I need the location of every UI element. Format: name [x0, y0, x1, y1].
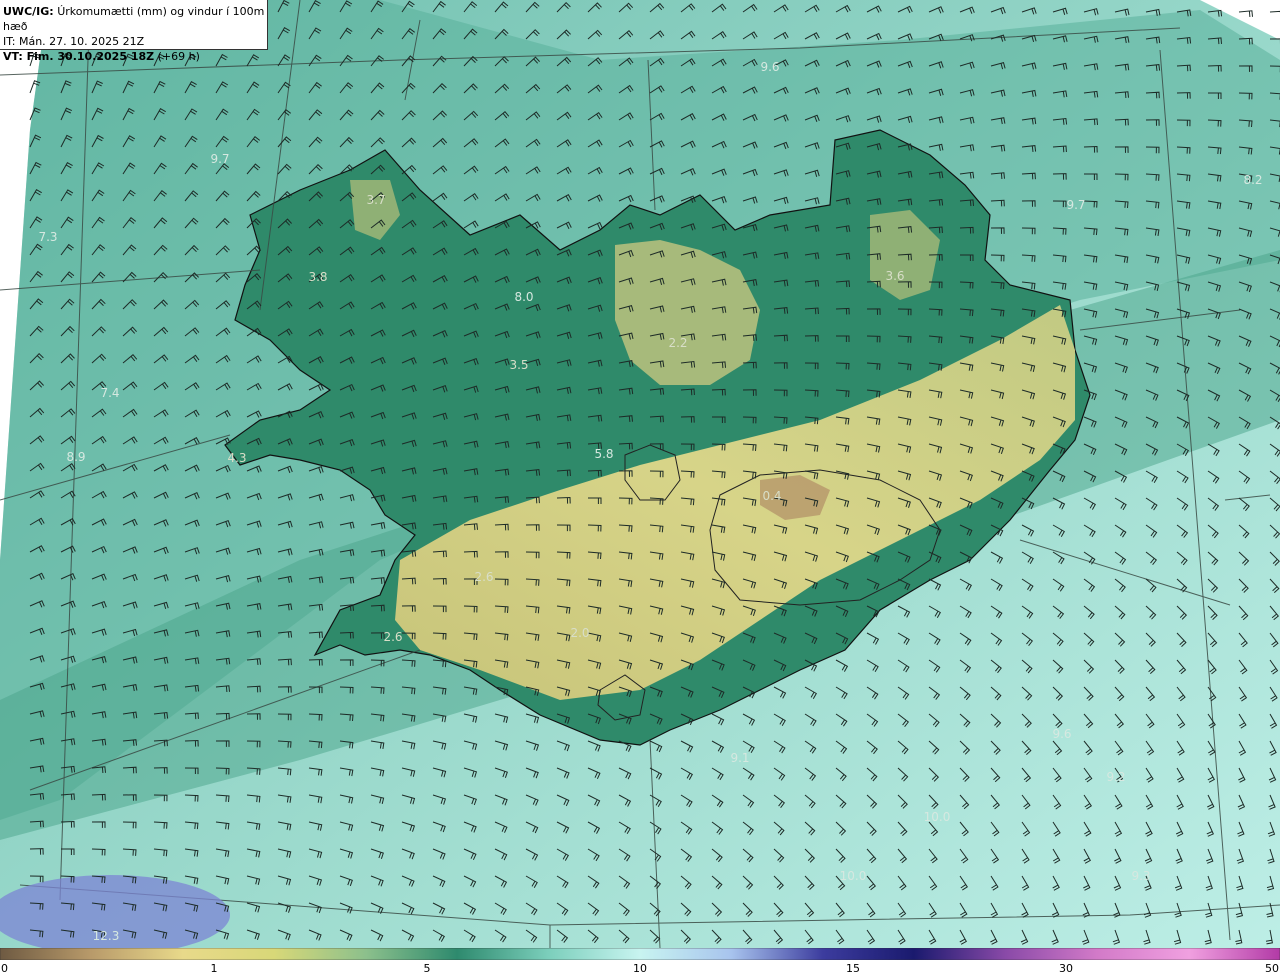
value-label: 4.3: [227, 451, 247, 465]
colorbar-tick: 0: [1, 962, 8, 975]
value-label: 9.2: [1106, 770, 1126, 784]
value-label: 9.1: [730, 751, 750, 765]
value-label: 3.7: [366, 193, 386, 207]
value-label: 10.0: [923, 810, 951, 824]
value-label: 8.2: [1243, 173, 1263, 187]
value-label: 3.8: [308, 270, 328, 284]
header-it: IT: Mán. 27. 10. 2025 21Z: [3, 35, 145, 48]
value-label: 2.0: [570, 626, 590, 640]
colorbar-tick: 30: [1059, 962, 1073, 975]
value-label: 8.9: [66, 450, 86, 464]
value-label: 9.3: [1131, 869, 1151, 883]
value-label: 7.3: [38, 230, 58, 244]
value-label: 2.2: [668, 336, 688, 350]
value-label: 12.3: [92, 929, 120, 943]
colorbar: [0, 948, 1280, 960]
value-label: 9.7: [210, 152, 230, 166]
header-prefix: UWC/IG:: [3, 5, 54, 18]
colorbar-tick: 15: [846, 962, 860, 975]
value-label: 9.6: [760, 60, 780, 74]
value-label: 3.6: [885, 269, 905, 283]
value-label: 2.6: [474, 570, 494, 584]
map-header: UWC/IG: Úrkomumætti (mm) og vindur í 100…: [0, 0, 268, 63]
value-label: 2.6: [383, 630, 403, 644]
colorbar-tick: 50: [1265, 962, 1279, 975]
value-label: 10.0: [839, 869, 867, 883]
header-vt-offset: (+69 h): [157, 50, 200, 63]
value-label: 8.0: [514, 290, 534, 304]
colorbar-tick: 5: [423, 962, 431, 975]
header-vt: VT: Fim. 30.10.2025 18Z: [3, 50, 155, 63]
colorbar-tick: 1: [210, 962, 218, 975]
colorbar-tick: 10: [633, 962, 647, 975]
value-label: 0.4: [762, 489, 782, 503]
value-label: 9.7: [1066, 198, 1086, 212]
weather-map: [0, 0, 1280, 948]
value-label: 9.6: [1052, 727, 1072, 741]
value-label: 5.8: [594, 447, 614, 461]
value-label: 3.5: [509, 358, 529, 372]
value-label: 7.4: [100, 386, 120, 400]
